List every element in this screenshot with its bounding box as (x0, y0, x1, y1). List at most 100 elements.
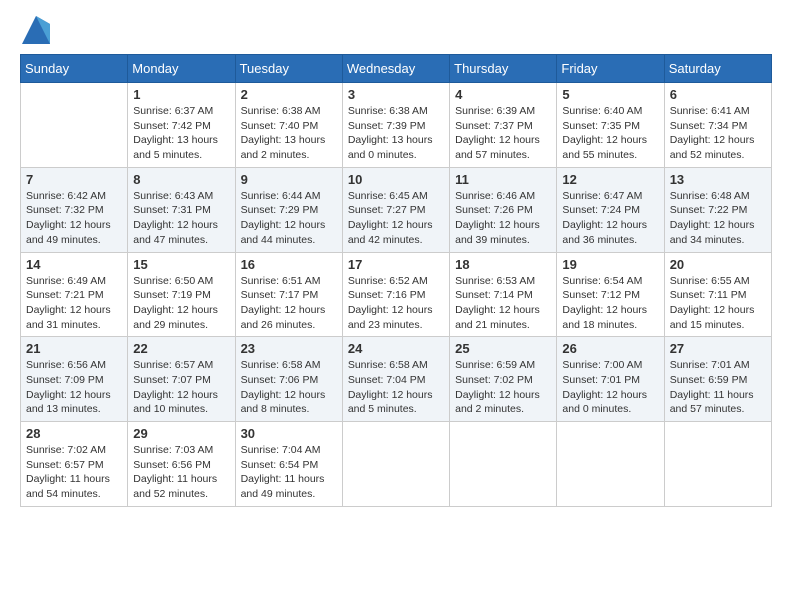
day-number: 14 (26, 257, 122, 272)
calendar-cell: 2Sunrise: 6:38 AM Sunset: 7:40 PM Daylig… (235, 83, 342, 168)
calendar-cell: 24Sunrise: 6:58 AM Sunset: 7:04 PM Dayli… (342, 337, 449, 422)
col-header-wednesday: Wednesday (342, 55, 449, 83)
day-info: Sunrise: 6:45 AM Sunset: 7:27 PM Dayligh… (348, 189, 444, 248)
day-number: 11 (455, 172, 551, 187)
calendar-cell: 15 Sunrise: 6:50 AM Sunset: 7:19 PM Dayli… (128, 252, 235, 337)
day-info: Sunrise: 6:54 AM Sunset: 7:12 PM Dayligh… (562, 274, 658, 333)
day-number: 20 (670, 257, 766, 272)
day-number: 19 (562, 257, 658, 272)
calendar-cell: 12 Sunrise: 6:47 AM Sunset: 7:24 PM Dayli… (557, 167, 664, 252)
day-number: 3 (348, 87, 444, 102)
calendar-cell: 13 Sunrise: 6:48 AM Sunset: 7:22 PM Dayli… (664, 167, 771, 252)
day-info: Sunrise: 7:04 AM Sunset: 6:54 PM Dayligh… (241, 443, 337, 502)
day-info: Sunrise: 6:39 AM Sunset: 7:37 PM Dayligh… (455, 104, 551, 163)
calendar-cell: 27 Sunrise: 7:01 AM Sunset: 6:59 PM Dayli… (664, 337, 771, 422)
calendar-cell: 16 Sunrise: 6:51 AM Sunset: 7:17 PM Dayli… (235, 252, 342, 337)
col-header-thursday: Thursday (450, 55, 557, 83)
day-number: 23 (241, 341, 337, 356)
day-number: 16 (241, 257, 337, 272)
day-number: 22 (133, 341, 229, 356)
day-info: Sunrise: 6:56 AM Sunset: 7:09 PM Dayligh… (26, 358, 122, 417)
calendar-cell (342, 422, 449, 507)
calendar-cell: 5Sunrise: 6:40 AM Sunset: 7:35 PM Daylig… (557, 83, 664, 168)
day-info: Sunrise: 6:47 AM Sunset: 7:24 PM Dayligh… (562, 189, 658, 248)
logo-icon (22, 16, 50, 44)
calendar-cell: 19 Sunrise: 6:54 AM Sunset: 7:12 PM Dayli… (557, 252, 664, 337)
day-info: Sunrise: 6:52 AM Sunset: 7:16 PM Dayligh… (348, 274, 444, 333)
calendar-table: SundayMondayTuesdayWednesdayThursdayFrid… (20, 54, 772, 507)
day-info: Sunrise: 6:53 AM Sunset: 7:14 PM Dayligh… (455, 274, 551, 333)
page-header (20, 16, 772, 44)
col-header-friday: Friday (557, 55, 664, 83)
calendar-cell: 26Sunrise: 7:00 AM Sunset: 7:01 PM Dayli… (557, 337, 664, 422)
calendar-cell: 6 Sunrise: 6:41 AM Sunset: 7:34 PM Daylig… (664, 83, 771, 168)
calendar-cell: 1 Sunrise: 6:37 AM Sunset: 7:42 PM Daylig… (128, 83, 235, 168)
day-info: Sunrise: 6:38 AM Sunset: 7:39 PM Dayligh… (348, 104, 444, 163)
logo (20, 16, 50, 44)
calendar-cell (21, 83, 128, 168)
calendar-cell: 9 Sunrise: 6:44 AM Sunset: 7:29 PM Daylig… (235, 167, 342, 252)
day-number: 27 (670, 341, 766, 356)
day-info: Sunrise: 6:49 AM Sunset: 7:21 PM Dayligh… (26, 274, 122, 333)
calendar-cell: 30 Sunrise: 7:04 AM Sunset: 6:54 PM Dayli… (235, 422, 342, 507)
day-info: Sunrise: 6:41 AM Sunset: 7:34 PM Dayligh… (670, 104, 766, 163)
day-info: Sunrise: 7:03 AM Sunset: 6:56 PM Dayligh… (133, 443, 229, 502)
calendar-cell: 29 Sunrise: 7:03 AM Sunset: 6:56 PM Dayli… (128, 422, 235, 507)
calendar-cell: 23 Sunrise: 6:58 AM Sunset: 7:06 PM Dayli… (235, 337, 342, 422)
day-number: 12 (562, 172, 658, 187)
col-header-tuesday: Tuesday (235, 55, 342, 83)
day-info: Sunrise: 7:02 AM Sunset: 6:57 PM Dayligh… (26, 443, 122, 502)
day-number: 15 (133, 257, 229, 272)
calendar-cell: 4 Sunrise: 6:39 AM Sunset: 7:37 PM Daylig… (450, 83, 557, 168)
day-number: 9 (241, 172, 337, 187)
day-info: Sunrise: 6:59 AM Sunset: 7:02 PM Dayligh… (455, 358, 551, 417)
day-number: 10 (348, 172, 444, 187)
calendar-cell: 17 Sunrise: 6:52 AM Sunset: 7:16 PM Dayli… (342, 252, 449, 337)
day-number: 25 (455, 341, 551, 356)
day-number: 24 (348, 341, 444, 356)
day-info: Sunrise: 6:51 AM Sunset: 7:17 PM Dayligh… (241, 274, 337, 333)
day-info: Sunrise: 6:58 AM Sunset: 7:06 PM Dayligh… (241, 358, 337, 417)
calendar-week-row: 21 Sunrise: 6:56 AM Sunset: 7:09 PM Dayli… (21, 337, 772, 422)
day-info: Sunrise: 6:48 AM Sunset: 7:22 PM Dayligh… (670, 189, 766, 248)
day-info: Sunrise: 6:37 AM Sunset: 7:42 PM Dayligh… (133, 104, 229, 163)
day-number: 4 (455, 87, 551, 102)
calendar-cell: 10 Sunrise: 6:45 AM Sunset: 7:27 PM Dayli… (342, 167, 449, 252)
day-number: 18 (455, 257, 551, 272)
col-header-sunday: Sunday (21, 55, 128, 83)
calendar-week-row: 7Sunrise: 6:42 AM Sunset: 7:32 PM Daylig… (21, 167, 772, 252)
calendar-cell (557, 422, 664, 507)
day-info: Sunrise: 7:01 AM Sunset: 6:59 PM Dayligh… (670, 358, 766, 417)
day-number: 8 (133, 172, 229, 187)
day-number: 13 (670, 172, 766, 187)
calendar-week-row: 1 Sunrise: 6:37 AM Sunset: 7:42 PM Daylig… (21, 83, 772, 168)
day-info: Sunrise: 6:43 AM Sunset: 7:31 PM Dayligh… (133, 189, 229, 248)
calendar-cell: 8 Sunrise: 6:43 AM Sunset: 7:31 PM Daylig… (128, 167, 235, 252)
day-number: 29 (133, 426, 229, 441)
day-info: Sunrise: 6:50 AM Sunset: 7:19 PM Dayligh… (133, 274, 229, 333)
col-header-saturday: Saturday (664, 55, 771, 83)
day-number: 30 (241, 426, 337, 441)
calendar-cell (450, 422, 557, 507)
calendar-cell: 18 Sunrise: 6:53 AM Sunset: 7:14 PM Dayli… (450, 252, 557, 337)
day-number: 1 (133, 87, 229, 102)
day-number: 6 (670, 87, 766, 102)
day-info: Sunrise: 6:44 AM Sunset: 7:29 PM Dayligh… (241, 189, 337, 248)
day-number: 26 (562, 341, 658, 356)
calendar-header-row: SundayMondayTuesdayWednesdayThursdayFrid… (21, 55, 772, 83)
day-number: 17 (348, 257, 444, 272)
day-info: Sunrise: 6:42 AM Sunset: 7:32 PM Dayligh… (26, 189, 122, 248)
day-info: Sunrise: 6:38 AM Sunset: 7:40 PM Dayligh… (241, 104, 337, 163)
calendar-cell: 20Sunrise: 6:55 AM Sunset: 7:11 PM Dayli… (664, 252, 771, 337)
calendar-cell: 21 Sunrise: 6:56 AM Sunset: 7:09 PM Dayli… (21, 337, 128, 422)
col-header-monday: Monday (128, 55, 235, 83)
day-number: 28 (26, 426, 122, 441)
day-number: 5 (562, 87, 658, 102)
calendar-cell: 28 Sunrise: 7:02 AM Sunset: 6:57 PM Dayli… (21, 422, 128, 507)
day-number: 21 (26, 341, 122, 356)
calendar-week-row: 14 Sunrise: 6:49 AM Sunset: 7:21 PM Dayli… (21, 252, 772, 337)
calendar-cell: 25 Sunrise: 6:59 AM Sunset: 7:02 PM Dayli… (450, 337, 557, 422)
calendar-cell: 11Sunrise: 6:46 AM Sunset: 7:26 PM Dayli… (450, 167, 557, 252)
calendar-cell (664, 422, 771, 507)
calendar-week-row: 28 Sunrise: 7:02 AM Sunset: 6:57 PM Dayli… (21, 422, 772, 507)
